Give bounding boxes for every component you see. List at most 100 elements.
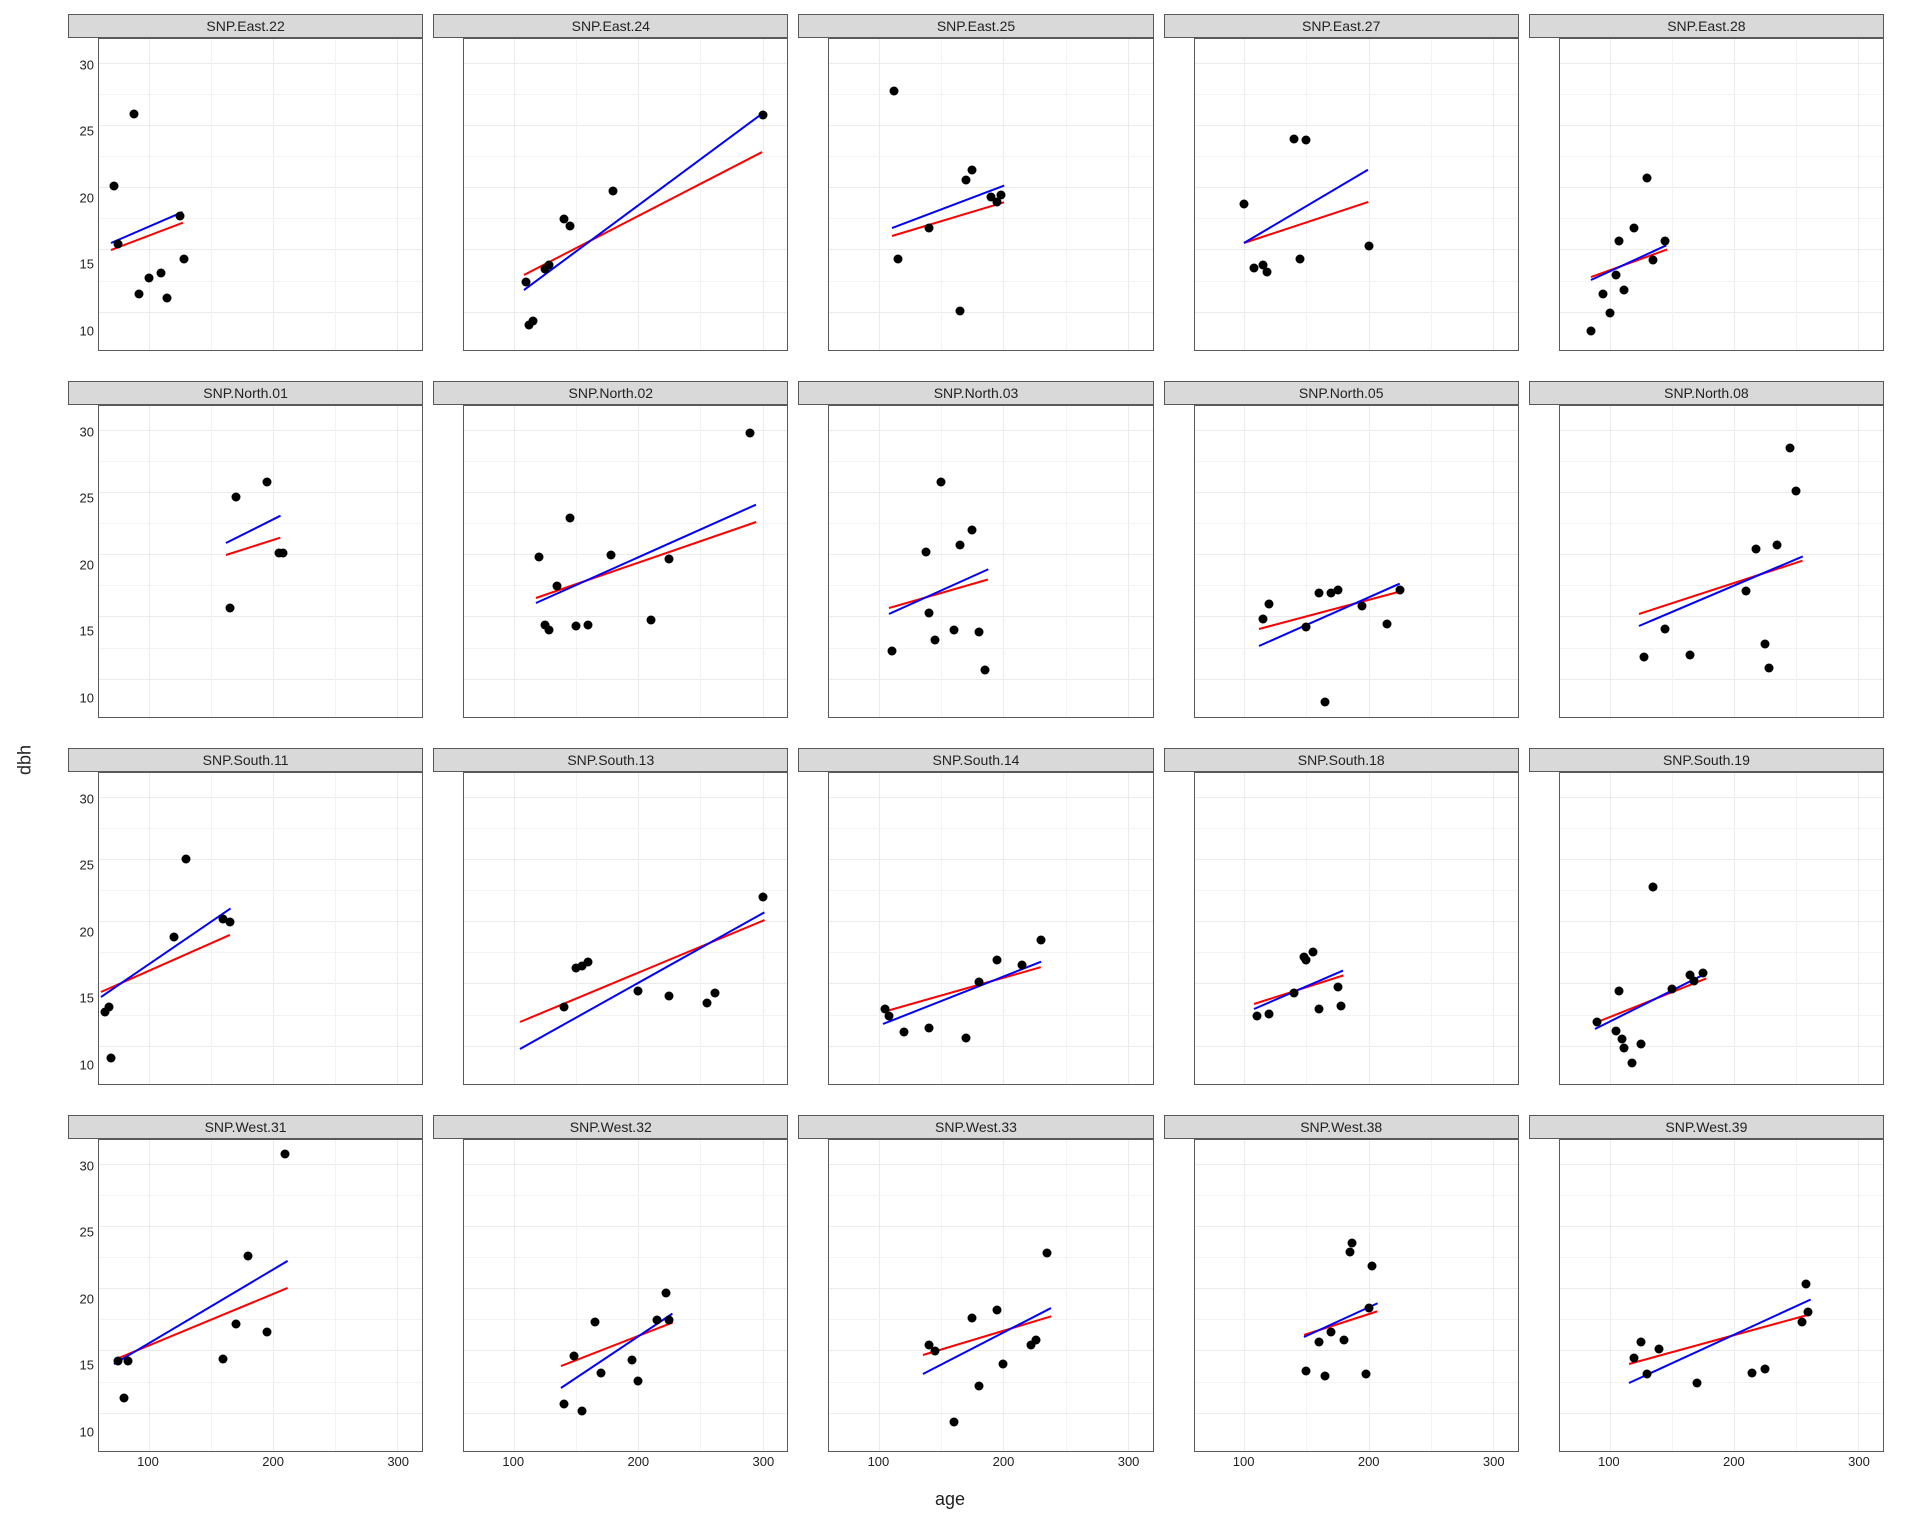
data-point bbox=[244, 1251, 253, 1260]
plot-area bbox=[463, 772, 788, 1085]
facet-strip-label: SNP.East.27 bbox=[1164, 14, 1519, 38]
data-point bbox=[1339, 1336, 1348, 1345]
data-point bbox=[885, 1011, 894, 1020]
data-point bbox=[1362, 1369, 1371, 1378]
data-point bbox=[1302, 1367, 1311, 1376]
facet-panel: SNP.East.25 bbox=[798, 14, 1153, 371]
blue-fit-line bbox=[1629, 1298, 1811, 1383]
data-point bbox=[1333, 982, 1342, 991]
data-point bbox=[1760, 639, 1769, 648]
data-point bbox=[665, 555, 674, 564]
facet-strip-label: SNP.West.33 bbox=[798, 1115, 1153, 1139]
y-tick: 10 bbox=[80, 324, 94, 339]
y-tick: 25 bbox=[80, 858, 94, 873]
red-fit-line bbox=[520, 919, 766, 1023]
data-point bbox=[1337, 1001, 1346, 1010]
x-tick: 200 bbox=[993, 1454, 1015, 1469]
data-point bbox=[1348, 1239, 1357, 1248]
data-point bbox=[109, 181, 118, 190]
data-point bbox=[1321, 1372, 1330, 1381]
data-point bbox=[1620, 286, 1629, 295]
data-point bbox=[962, 1033, 971, 1042]
facet-panel: SNP.East.24 bbox=[433, 14, 788, 371]
data-point bbox=[1314, 588, 1323, 597]
data-point bbox=[278, 548, 287, 557]
y-tick: 15 bbox=[80, 1358, 94, 1373]
data-point bbox=[553, 582, 562, 591]
data-point bbox=[924, 1024, 933, 1033]
data-point bbox=[169, 933, 178, 942]
data-point bbox=[1345, 1247, 1354, 1256]
data-point bbox=[1773, 541, 1782, 550]
plot-area bbox=[1194, 772, 1519, 1085]
data-point bbox=[113, 240, 122, 249]
x-axis: 100200300 bbox=[98, 1452, 423, 1472]
data-point bbox=[1395, 586, 1404, 595]
data-point bbox=[590, 1317, 599, 1326]
y-tick: 25 bbox=[80, 1225, 94, 1240]
data-point bbox=[107, 1053, 116, 1062]
data-point bbox=[528, 317, 537, 326]
data-point bbox=[974, 1382, 983, 1391]
data-point bbox=[1368, 1261, 1377, 1270]
data-point bbox=[1752, 545, 1761, 554]
data-point bbox=[1661, 624, 1670, 633]
data-point bbox=[262, 1327, 271, 1336]
data-point bbox=[1661, 236, 1670, 245]
data-point bbox=[1302, 135, 1311, 144]
data-point bbox=[559, 1002, 568, 1011]
facet-grid: SNP.East.22 1015202530 SNP.East.24 SNP.East… bbox=[68, 14, 1884, 1472]
data-point bbox=[1364, 1303, 1373, 1312]
data-point bbox=[1599, 290, 1608, 299]
data-point bbox=[119, 1393, 128, 1402]
data-point bbox=[974, 628, 983, 637]
data-point bbox=[1308, 948, 1317, 957]
data-point bbox=[955, 541, 964, 550]
data-point bbox=[262, 477, 271, 486]
plot-area bbox=[1559, 772, 1884, 1085]
data-point bbox=[584, 958, 593, 967]
data-point bbox=[634, 986, 643, 995]
data-point bbox=[968, 1313, 977, 1322]
data-point bbox=[1760, 1364, 1769, 1373]
x-axis: 100200300 bbox=[1559, 1452, 1884, 1472]
plot-area bbox=[1194, 38, 1519, 351]
facet-strip-label: SNP.South.19 bbox=[1529, 748, 1884, 772]
data-point bbox=[113, 1357, 122, 1366]
x-tick: 100 bbox=[868, 1454, 890, 1469]
facet-panel: SNP.West.311015202530100200300 bbox=[68, 1115, 423, 1472]
data-point bbox=[544, 625, 553, 634]
x-tick: 100 bbox=[502, 1454, 524, 1469]
data-point bbox=[1686, 650, 1695, 659]
data-point bbox=[962, 175, 971, 184]
data-point bbox=[1252, 1011, 1261, 1020]
plot-area bbox=[828, 1139, 1153, 1452]
facet-strip-label: SNP.West.31 bbox=[68, 1115, 423, 1139]
x-tick: 200 bbox=[262, 1454, 284, 1469]
data-point bbox=[1698, 969, 1707, 978]
facet-panel: SNP.East.221015202530 bbox=[68, 14, 423, 371]
x-axis: 100200300 bbox=[1194, 1452, 1519, 1472]
data-point bbox=[163, 293, 172, 302]
y-axis: 1015202530 bbox=[68, 405, 98, 738]
data-point bbox=[179, 255, 188, 264]
y-tick: 10 bbox=[80, 1058, 94, 1073]
y-axis: 1015202530 bbox=[68, 772, 98, 1105]
x-tick: 200 bbox=[627, 1454, 649, 1469]
x-axis: 100200300 bbox=[828, 1452, 1153, 1472]
facet-strip-label: SNP.East.28 bbox=[1529, 14, 1884, 38]
facet-strip-label: SNP.East.22 bbox=[68, 14, 423, 38]
data-point bbox=[1636, 1040, 1645, 1049]
data-point bbox=[1617, 1035, 1626, 1044]
y-tick: 20 bbox=[80, 557, 94, 572]
facet-strip-label: SNP.South.14 bbox=[798, 748, 1153, 772]
facet-panel: SNP.North.011015202530 bbox=[68, 381, 423, 738]
data-point bbox=[1302, 955, 1311, 964]
data-point bbox=[1327, 1327, 1336, 1336]
x-tick: 300 bbox=[1483, 1454, 1505, 1469]
data-point bbox=[711, 989, 720, 998]
facet-strip-label: SNP.East.25 bbox=[798, 14, 1153, 38]
data-point bbox=[534, 552, 543, 561]
data-point bbox=[129, 109, 138, 118]
data-point bbox=[980, 665, 989, 674]
